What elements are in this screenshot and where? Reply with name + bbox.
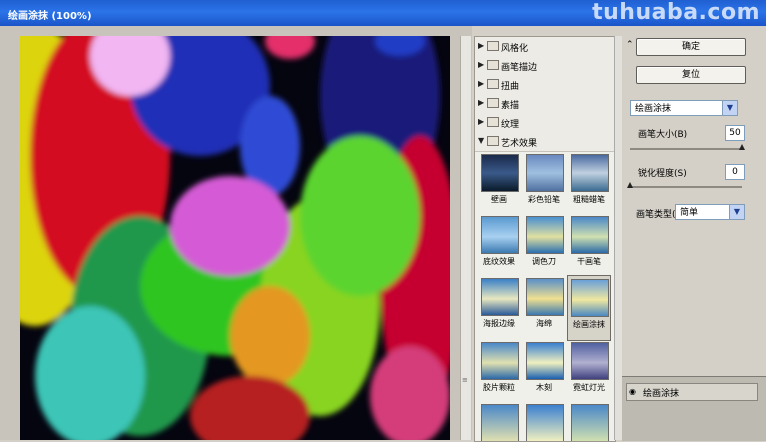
sharpness-label: 锐化程度(S) bbox=[638, 169, 687, 179]
filter-tile-film-grain[interactable]: 胶片颗粒 bbox=[478, 342, 520, 402]
settings-panel: ⌃ 确定 复位 绘画涂抹 ▼ 画笔大小(B) 50 锐化程度(S) 0 画笔类型… bbox=[622, 26, 766, 441]
filter-label: 底纹效果 bbox=[483, 257, 515, 266]
filter-tile-neon-glow[interactable]: 霓虹灯光 bbox=[568, 342, 610, 402]
preview-area bbox=[0, 26, 472, 440]
filter-thumbnail bbox=[481, 154, 519, 192]
category-artistic[interactable]: ▼ 艺术效果 bbox=[475, 132, 615, 152]
filter-tile-underpainting[interactable]: 底纹效果 bbox=[478, 216, 520, 276]
brush-size-slider[interactable] bbox=[630, 144, 745, 150]
category-label: 艺术效果 bbox=[501, 139, 538, 149]
ok-button[interactable]: 确定 bbox=[636, 38, 746, 56]
brush-size-input[interactable]: 50 bbox=[725, 125, 745, 141]
effect-layers-panel: ◉ 绘画涂抹 bbox=[622, 376, 766, 441]
filter-tile-dry-brush[interactable]: 干画笔 bbox=[568, 216, 610, 276]
filter-thumbnail bbox=[481, 404, 519, 441]
expand-arrow-icon[interactable]: ▶ bbox=[478, 117, 484, 126]
watermark: tuhuaba.com bbox=[592, 0, 760, 25]
filter-thumbnail bbox=[526, 278, 564, 316]
filter-tile-poster-edges[interactable]: 海报边缘 bbox=[478, 278, 520, 338]
filter-tile-palette-knife[interactable]: 调色刀 bbox=[523, 216, 565, 276]
filter-thumbnail bbox=[481, 278, 519, 316]
category-sketch[interactable]: ▶ 素描 bbox=[475, 94, 615, 114]
sharpness-slider[interactable] bbox=[627, 182, 742, 188]
filter-thumbnail bbox=[481, 216, 519, 254]
expand-arrow-icon[interactable]: ▶ bbox=[478, 60, 484, 69]
sharpness-input[interactable]: 0 bbox=[725, 164, 745, 180]
filter-thumbnail bbox=[571, 216, 609, 254]
filter-tile-sponge[interactable]: 海绵 bbox=[523, 278, 565, 338]
preview-canvas bbox=[20, 36, 450, 440]
folder-icon bbox=[487, 136, 499, 146]
filter-label: 彩色铅笔 bbox=[528, 195, 560, 204]
filter-label: 胶片颗粒 bbox=[483, 383, 515, 392]
category-label: 素描 bbox=[501, 101, 520, 111]
expand-arrow-icon[interactable]: ▶ bbox=[478, 41, 484, 50]
folder-icon bbox=[487, 60, 499, 70]
double-chevron-up-icon[interactable]: ⌃ bbox=[626, 40, 634, 50]
category-label: 纹理 bbox=[501, 120, 520, 130]
eye-icon[interactable]: ◉ bbox=[629, 387, 636, 396]
slider-knob-icon[interactable] bbox=[627, 182, 633, 188]
filter-label: 木刻 bbox=[536, 383, 552, 392]
category-brush-strokes[interactable]: ▶ 画笔描边 bbox=[475, 56, 615, 76]
filter-thumbnail bbox=[526, 154, 564, 192]
folder-icon bbox=[487, 117, 499, 127]
filter-select-value: 绘画涂抹 bbox=[635, 104, 672, 114]
folder-icon bbox=[487, 41, 499, 51]
reset-button[interactable]: 复位 bbox=[636, 66, 746, 84]
filter-label: 海绵 bbox=[536, 319, 552, 328]
category-label: 风格化 bbox=[501, 44, 529, 54]
filter-thumbnail bbox=[526, 404, 564, 441]
category-label: 扭曲 bbox=[501, 82, 520, 92]
filter-label: 壁画 bbox=[491, 195, 507, 204]
preview-scrollbar[interactable]: ≡ bbox=[460, 36, 471, 440]
collapse-arrow-icon[interactable]: ▼ bbox=[478, 136, 484, 145]
brush-type-select[interactable]: 简单 ▼ bbox=[675, 204, 745, 220]
filter-select[interactable]: 绘画涂抹 ▼ bbox=[630, 100, 738, 116]
category-label: 画笔描边 bbox=[501, 63, 538, 73]
preview-image[interactable] bbox=[20, 36, 450, 440]
filter-thumbnail bbox=[571, 404, 609, 441]
brush-type-value: 简单 bbox=[680, 208, 699, 218]
filter-label: 绘画涂抹 bbox=[573, 320, 605, 329]
chevron-down-icon[interactable]: ▼ bbox=[729, 205, 744, 219]
category-stylize[interactable]: ▶ 风格化 bbox=[475, 37, 615, 57]
filter-label: 粗糙蜡笔 bbox=[573, 195, 605, 204]
chevron-down-icon[interactable]: ▼ bbox=[722, 101, 737, 115]
filter-label: 调色刀 bbox=[532, 257, 556, 266]
filter-label: 霓虹灯光 bbox=[573, 383, 605, 392]
filter-thumbnail bbox=[571, 279, 609, 317]
filter-tile-more[interactable] bbox=[478, 404, 520, 441]
filter-thumbnail bbox=[526, 342, 564, 380]
filter-label: 海报边缘 bbox=[483, 319, 515, 328]
filter-thumbnail bbox=[571, 154, 609, 192]
filter-thumbnail bbox=[571, 342, 609, 380]
title-bar: 绘画涂抹 (100%) tuhuaba.com bbox=[0, 0, 766, 26]
folder-icon bbox=[487, 98, 499, 108]
category-distort[interactable]: ▶ 扭曲 bbox=[475, 75, 615, 95]
category-texture[interactable]: ▶ 纹理 bbox=[475, 113, 615, 133]
filter-tile-paint-daubs[interactable]: 绘画涂抹 bbox=[567, 275, 611, 341]
expand-arrow-icon[interactable]: ▶ bbox=[478, 79, 484, 88]
filter-label: 干画笔 bbox=[577, 257, 601, 266]
slider-knob-icon[interactable] bbox=[739, 144, 745, 150]
folder-icon bbox=[487, 79, 499, 89]
expand-arrow-icon[interactable]: ▶ bbox=[478, 98, 484, 107]
filter-gallery: ▶ 风格化 ▶ 画笔描边 ▶ 扭曲 ▶ 素描 ▶ 纹理 ▼ 艺术效果 壁画 彩色… bbox=[474, 36, 616, 442]
filter-tile-colored-pencil[interactable]: 彩色铅笔 bbox=[523, 154, 565, 214]
filter-thumbnail bbox=[481, 342, 519, 380]
effect-layer-name: 绘画涂抹 bbox=[643, 389, 680, 399]
filter-tile-fresco[interactable]: 壁画 bbox=[478, 154, 520, 214]
filter-tile-rough-pastels[interactable]: 粗糙蜡笔 bbox=[568, 154, 610, 214]
window-title: 绘画涂抹 (100%) bbox=[8, 11, 92, 22]
filter-thumbnail bbox=[526, 216, 564, 254]
filter-tile-more[interactable] bbox=[568, 404, 610, 441]
scroll-grip-icon[interactable]: ≡ bbox=[462, 376, 469, 386]
filter-tile-cutout[interactable]: 木刻 bbox=[523, 342, 565, 402]
effect-layer[interactable]: ◉ 绘画涂抹 bbox=[626, 383, 758, 401]
filter-tile-more[interactable] bbox=[523, 404, 565, 441]
brush-size-label: 画笔大小(B) bbox=[638, 130, 688, 140]
